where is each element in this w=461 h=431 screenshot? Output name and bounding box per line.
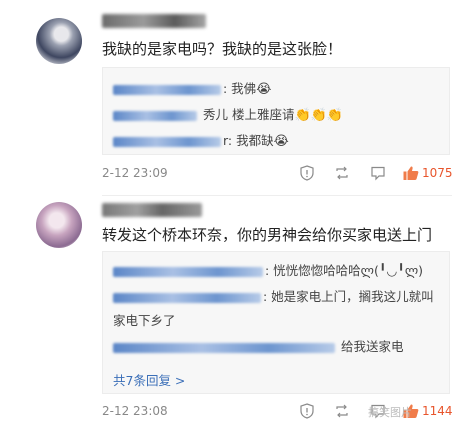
forward-icon[interactable]	[333, 163, 351, 183]
like-count: 1144	[422, 404, 453, 418]
reply-username-blurred[interactable]	[113, 266, 263, 277]
comment-item: 转发这个桥本环奈，你的男神会给你买家电送上门 : 恍恍惚惚哈哈哈ლ(╹◡╹ლ) …	[0, 196, 461, 431]
comment-icon[interactable]	[369, 163, 387, 183]
timestamp: 2-12 23:09	[102, 166, 168, 180]
reply-item: 秀儿 楼上雅座请👏👏👏	[113, 104, 343, 123]
like-count: 1075	[422, 166, 453, 180]
comment-text: 我缺的是家电吗？我缺的是这张脸！	[102, 40, 343, 58]
username-blurred[interactable]	[102, 14, 206, 28]
timestamp: 2-12 23:08	[102, 404, 168, 418]
reply-username-blurred[interactable]	[113, 342, 335, 353]
report-shield-icon[interactable]	[298, 163, 316, 183]
reply-box: : 我佛😭 秀儿 楼上雅座请👏👏👏 r: 我都缺😭	[102, 67, 450, 155]
comment-footer: 2-12 23:09 1075	[102, 163, 453, 183]
username-blurred[interactable]	[102, 203, 202, 217]
forward-icon[interactable]	[333, 401, 351, 421]
reply-username-blurred[interactable]	[113, 136, 221, 147]
report-shield-icon[interactable]	[298, 401, 316, 421]
avatar[interactable]	[36, 202, 82, 248]
more-replies-link[interactable]: 共7条回复 >	[113, 370, 185, 389]
reply-username-blurred[interactable]	[113, 110, 197, 121]
avatar[interactable]	[36, 18, 82, 64]
reply-item: 给我送家电	[113, 336, 404, 355]
watermark: 搞笑图片	[368, 406, 412, 419]
reply-username-blurred[interactable]	[113, 84, 221, 95]
reply-box: : 恍恍惚惚哈哈哈ლ(╹◡╹ლ) : 她是家电上门，搁我这儿就叫 家电下乡了 给…	[102, 251, 450, 394]
clapping-hands-icon: 👏👏👏	[294, 108, 344, 123]
thumbs-up-icon[interactable]	[402, 163, 420, 183]
reply-item: : 她是家电上门，搁我这儿就叫	[113, 286, 434, 305]
crying-face-icon: 😭	[256, 82, 272, 97]
reply-username-blurred[interactable]	[113, 292, 261, 303]
comment-item: 我缺的是家电吗？我缺的是这张脸！ : 我佛😭 秀儿 楼上雅座请👏👏👏 r: 我都…	[0, 0, 461, 196]
comment-text: 转发这个桥本环奈，你的男神会给你买家电送上门	[102, 226, 433, 244]
reply-item: r: 我都缺😭	[113, 130, 289, 149]
reply-text-continued: 家电下乡了	[113, 313, 176, 328]
reply-item: : 我佛😭	[113, 78, 271, 97]
crying-face-icon: 😭	[273, 134, 289, 149]
reply-item: : 恍恍惚惚哈哈哈ლ(╹◡╹ლ)	[113, 260, 423, 279]
